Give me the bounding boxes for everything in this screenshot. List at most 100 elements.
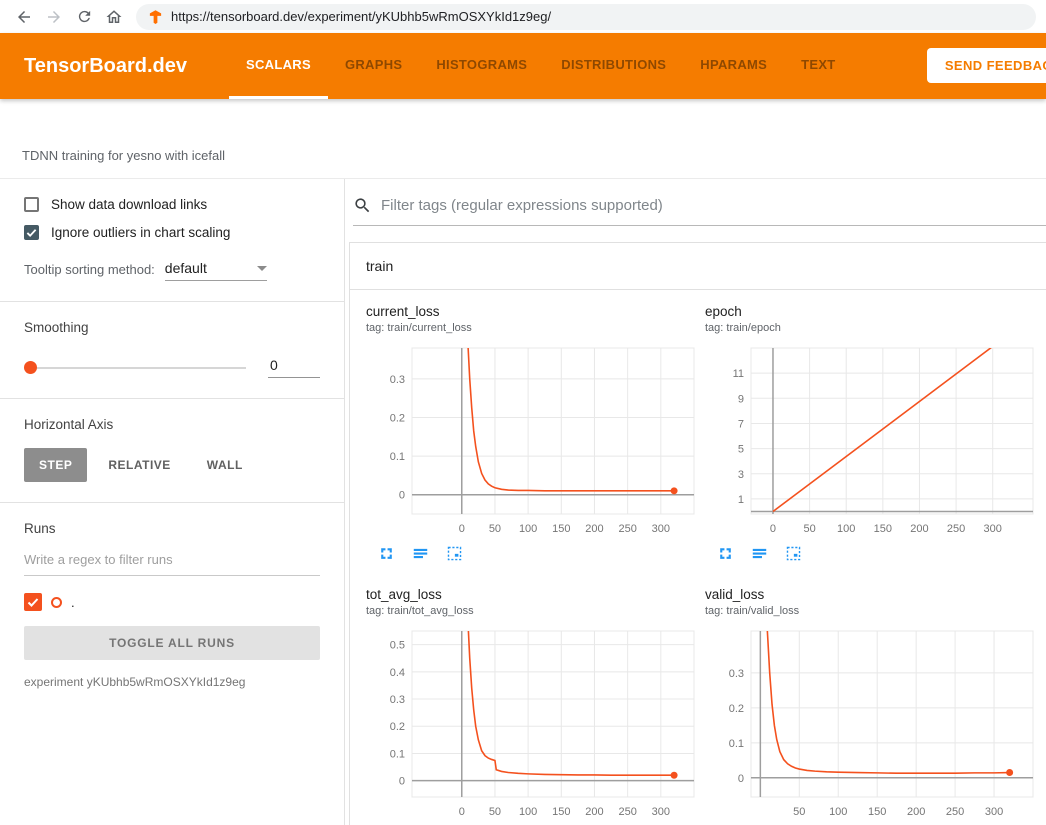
svg-text:200: 200 xyxy=(907,806,925,818)
line-chart-epoch[interactable]: 0501001502002503001357911 xyxy=(705,342,1038,542)
smoothing-slider-row: 0 xyxy=(24,357,320,378)
svg-text:300: 300 xyxy=(985,806,1003,818)
run-checkbox[interactable] xyxy=(24,593,42,611)
axis-relative-button[interactable]: RELATIVE xyxy=(93,448,185,482)
svg-text:100: 100 xyxy=(837,523,855,535)
app-title[interactable]: TensorBoard.dev xyxy=(0,33,229,99)
ignore-outliers-label: Ignore outliers in chart scaling xyxy=(51,225,230,240)
browser-toolbar: https://tensorboard.dev/experiment/yKUbh… xyxy=(0,0,1046,33)
smoothing-label: Smoothing xyxy=(24,320,320,335)
fit-domain-icon[interactable] xyxy=(446,545,463,565)
check-icon xyxy=(27,596,39,608)
svg-text:0: 0 xyxy=(399,776,405,788)
axis-button-group: STEP RELATIVE WALL xyxy=(24,448,320,482)
chevron-down-icon xyxy=(257,266,267,271)
svg-text:0.1: 0.1 xyxy=(729,738,744,750)
tooltip-sorting-row: Tooltip sorting method: default xyxy=(24,260,320,281)
svg-text:200: 200 xyxy=(910,523,928,535)
show-download-links-checkbox[interactable] xyxy=(24,197,39,212)
content: Show data download links Ignore outliers… xyxy=(0,178,1046,825)
check-icon xyxy=(26,227,37,238)
send-feedback-button[interactable]: SEND FEEDBACK xyxy=(927,48,1046,83)
line-chart-valid-loss[interactable]: 5010015020025030000.10.20.3 xyxy=(705,625,1038,825)
address-bar[interactable]: https://tensorboard.dev/experiment/yKUbh… xyxy=(136,4,1036,30)
svg-text:50: 50 xyxy=(489,523,501,535)
url-text[interactable]: https://tensorboard.dev/experiment/yKUbh… xyxy=(171,9,551,24)
svg-text:0.4: 0.4 xyxy=(390,667,405,679)
chart-tag: tag: train/epoch xyxy=(705,322,1038,334)
line-chart-tot-avg-loss[interactable]: 05010015020025030000.10.20.30.40.5 xyxy=(366,625,699,825)
tab-hparams[interactable]: HPARAMS xyxy=(683,33,784,99)
runs-filter-input[interactable] xyxy=(24,552,320,576)
svg-text:0.2: 0.2 xyxy=(729,703,744,715)
chart-tag: tag: train/current_loss xyxy=(366,322,699,334)
home-icon[interactable] xyxy=(100,3,128,31)
chart-card-current-loss: current_loss tag: train/current_loss 0 50… xyxy=(366,304,699,565)
svg-text:0: 0 xyxy=(770,523,776,535)
tag-group-header[interactable]: train xyxy=(350,243,1046,290)
reload-icon[interactable] xyxy=(70,3,98,31)
data-table-icon[interactable] xyxy=(751,545,768,565)
smoothing-slider[interactable] xyxy=(24,361,246,374)
svg-text:0.1: 0.1 xyxy=(390,451,405,463)
smoothing-value-input[interactable]: 0 xyxy=(268,357,320,378)
svg-text:100: 100 xyxy=(519,806,537,818)
back-icon[interactable] xyxy=(10,3,38,31)
ignore-outliers-checkbox[interactable] xyxy=(24,225,39,240)
svg-text:250: 250 xyxy=(618,523,636,535)
tab-scalars[interactable]: SCALARS xyxy=(229,33,328,99)
svg-text:250: 250 xyxy=(947,523,965,535)
search-icon xyxy=(353,196,372,215)
svg-text:5: 5 xyxy=(738,444,744,456)
svg-text:300: 300 xyxy=(652,806,670,818)
chart-title: current_loss xyxy=(366,304,699,319)
app-header: TensorBoard.dev SCALARS GRAPHS HISTOGRAM… xyxy=(0,33,1046,99)
svg-text:7: 7 xyxy=(738,418,744,430)
forward-icon[interactable] xyxy=(40,3,68,31)
expand-chart-icon[interactable] xyxy=(717,545,734,565)
filter-tags-input[interactable] xyxy=(381,197,1046,214)
filter-tags-row xyxy=(353,191,1046,226)
axis-step-button[interactable]: STEP xyxy=(24,448,87,482)
tab-distributions[interactable]: DISTRIBUTIONS xyxy=(544,33,683,99)
svg-text:0: 0 xyxy=(399,490,405,502)
main-panel: train current_loss tag: train/current_lo… xyxy=(345,179,1046,825)
chart-title: valid_loss xyxy=(705,587,1038,602)
svg-text:150: 150 xyxy=(552,806,570,818)
svg-text:1: 1 xyxy=(738,494,744,506)
tooltip-sorting-select[interactable]: default xyxy=(165,260,267,281)
show-download-links-row: Show data download links xyxy=(24,197,320,212)
svg-text:50: 50 xyxy=(803,523,815,535)
tab-histograms[interactable]: HISTOGRAMS xyxy=(419,33,544,99)
fit-domain-icon[interactable] xyxy=(785,545,802,565)
slider-track[interactable] xyxy=(37,367,246,369)
site-favicon xyxy=(148,9,163,24)
tooltip-sorting-label: Tooltip sorting method: xyxy=(24,262,155,281)
tab-bar: SCALARS GRAPHS HISTOGRAMS DISTRIBUTIONS … xyxy=(229,33,853,99)
svg-text:0.2: 0.2 xyxy=(390,721,405,733)
svg-text:0: 0 xyxy=(459,806,465,818)
runs-section: Runs . TOGGLE ALL RUNS experiment yKUbhb… xyxy=(0,503,344,709)
svg-text:250: 250 xyxy=(946,806,964,818)
axis-wall-button[interactable]: WALL xyxy=(192,448,258,482)
expand-chart-icon[interactable] xyxy=(378,545,395,565)
charts-grid: current_loss tag: train/current_loss 050… xyxy=(350,290,1046,825)
svg-text:100: 100 xyxy=(519,523,537,535)
svg-text:0.3: 0.3 xyxy=(390,694,405,706)
chart-toolbar xyxy=(705,545,1038,565)
chart-tag: tag: train/tot_avg_loss xyxy=(366,605,699,617)
horizontal-axis-label: Horizontal Axis xyxy=(24,417,320,432)
svg-text:150: 150 xyxy=(552,523,570,535)
svg-text:100: 100 xyxy=(829,806,847,818)
chart-title: epoch xyxy=(705,304,1038,319)
tab-graphs[interactable]: GRAPHS xyxy=(328,33,419,99)
svg-text:11: 11 xyxy=(733,368,744,380)
horizontal-axis-section: Horizontal Axis STEP RELATIVE WALL xyxy=(0,399,344,503)
data-table-icon[interactable] xyxy=(412,545,429,565)
tooltip-sorting-value: default xyxy=(165,260,207,276)
tab-text[interactable]: TEXT xyxy=(784,33,852,99)
tag-group-card: train current_loss tag: train/current_lo… xyxy=(349,242,1046,825)
toggle-all-runs-button[interactable]: TOGGLE ALL RUNS xyxy=(24,626,320,660)
slider-handle[interactable] xyxy=(24,361,37,374)
line-chart-current-loss[interactable]: 05010015020025030000.10.20.3 xyxy=(366,342,699,542)
